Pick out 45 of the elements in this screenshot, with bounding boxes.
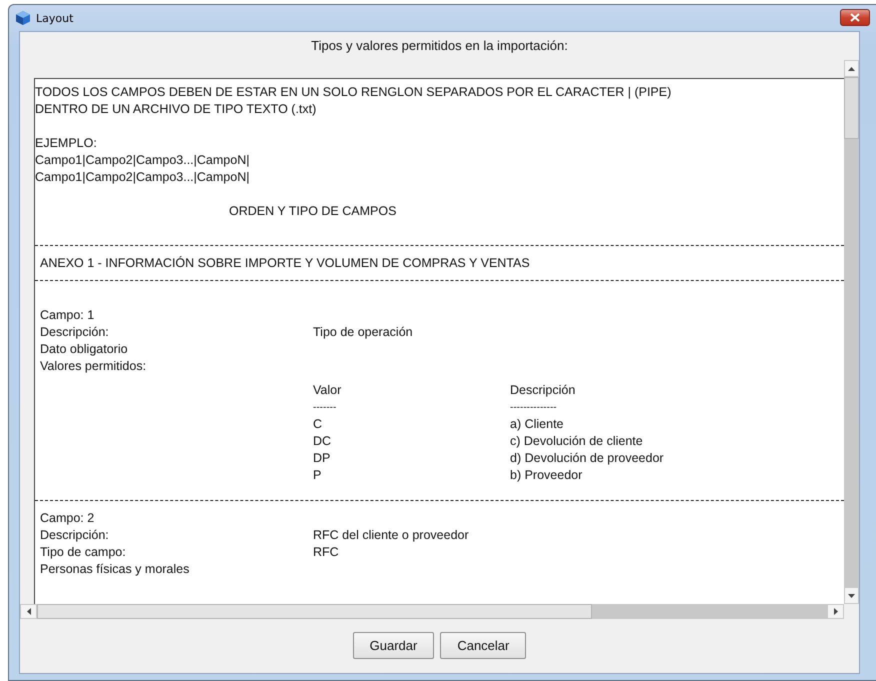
value-description: d) Devolución de proveedor [510,450,664,467]
cancel-button[interactable]: Cancelar [440,632,526,659]
value-code: DP [313,450,332,467]
up-arrow-icon [848,66,855,70]
annex-title: ANEXO 1 - INFORMACIÓN SOBRE IMPORTE Y VOLUMEN DE COMPRAS Y VENTAS [39,255,531,272]
value-description: b) Proveedor [510,467,582,484]
field-value: RFC del cliente o proveedor [313,527,469,544]
field-label: Dato obligatorio [40,341,129,358]
dialog-heading: Tipos y valores permitidos en la importación: [310,37,569,55]
field-value: Tipo de operación [313,324,413,341]
text-line: EJEMPLO: [35,135,98,152]
header-underline: ------- [313,401,338,415]
horizontal-scrollbar[interactable] [20,604,844,619]
window-title: Layout [36,12,74,24]
value-description: c) Devolución de cliente [510,433,643,450]
field-label: Campo: 2 [40,510,96,527]
text-line: TODOS LOS CAMPOS DEBEN DE ESTAR EN UN SOLO RENGLON SEPARADOS POR EL CARACTER | (PIPE) [35,84,672,101]
field-label: Descripción: [40,527,110,544]
save-button[interactable]: Guardar [352,632,434,659]
scroll-thumb[interactable] [37,604,592,619]
value-code: DC [313,433,332,450]
field-label: Valores permitidos: [40,358,148,375]
cube-icon [15,10,31,26]
right-arrow-icon [834,608,838,615]
down-arrow-icon [848,594,855,598]
close-button[interactable] [840,8,870,26]
header-underline: -------------- [510,401,557,415]
left-arrow-icon [26,608,30,615]
column-header: Descripción [510,382,576,399]
field-value: RFC [313,544,339,561]
close-icon [850,12,860,22]
field-label: Campo: 1 [40,307,96,324]
text-line: Campo1|Campo2|Campo3...|CampoN| [35,152,250,169]
section-heading: ORDEN Y TIPO DE CAMPOS [228,203,398,220]
field-label: Descripción: [40,324,110,341]
value-code: C [313,416,324,433]
field-label: Tipo de campo: [40,544,127,561]
field-label: Personas físicas y morales [40,561,190,578]
scroll-thumb[interactable] [844,77,859,139]
text-line: Campo1|Campo2|Campo3...|CampoN| [35,169,250,186]
column-header: Valor [313,382,342,399]
value-code: P [313,467,322,484]
value-description: a) Cliente [510,416,564,433]
text-line: DENTRO DE UN ARCHIVO DE TIPO TEXTO (.txt) [35,101,318,118]
vertical-scrollbar[interactable] [844,60,859,604]
